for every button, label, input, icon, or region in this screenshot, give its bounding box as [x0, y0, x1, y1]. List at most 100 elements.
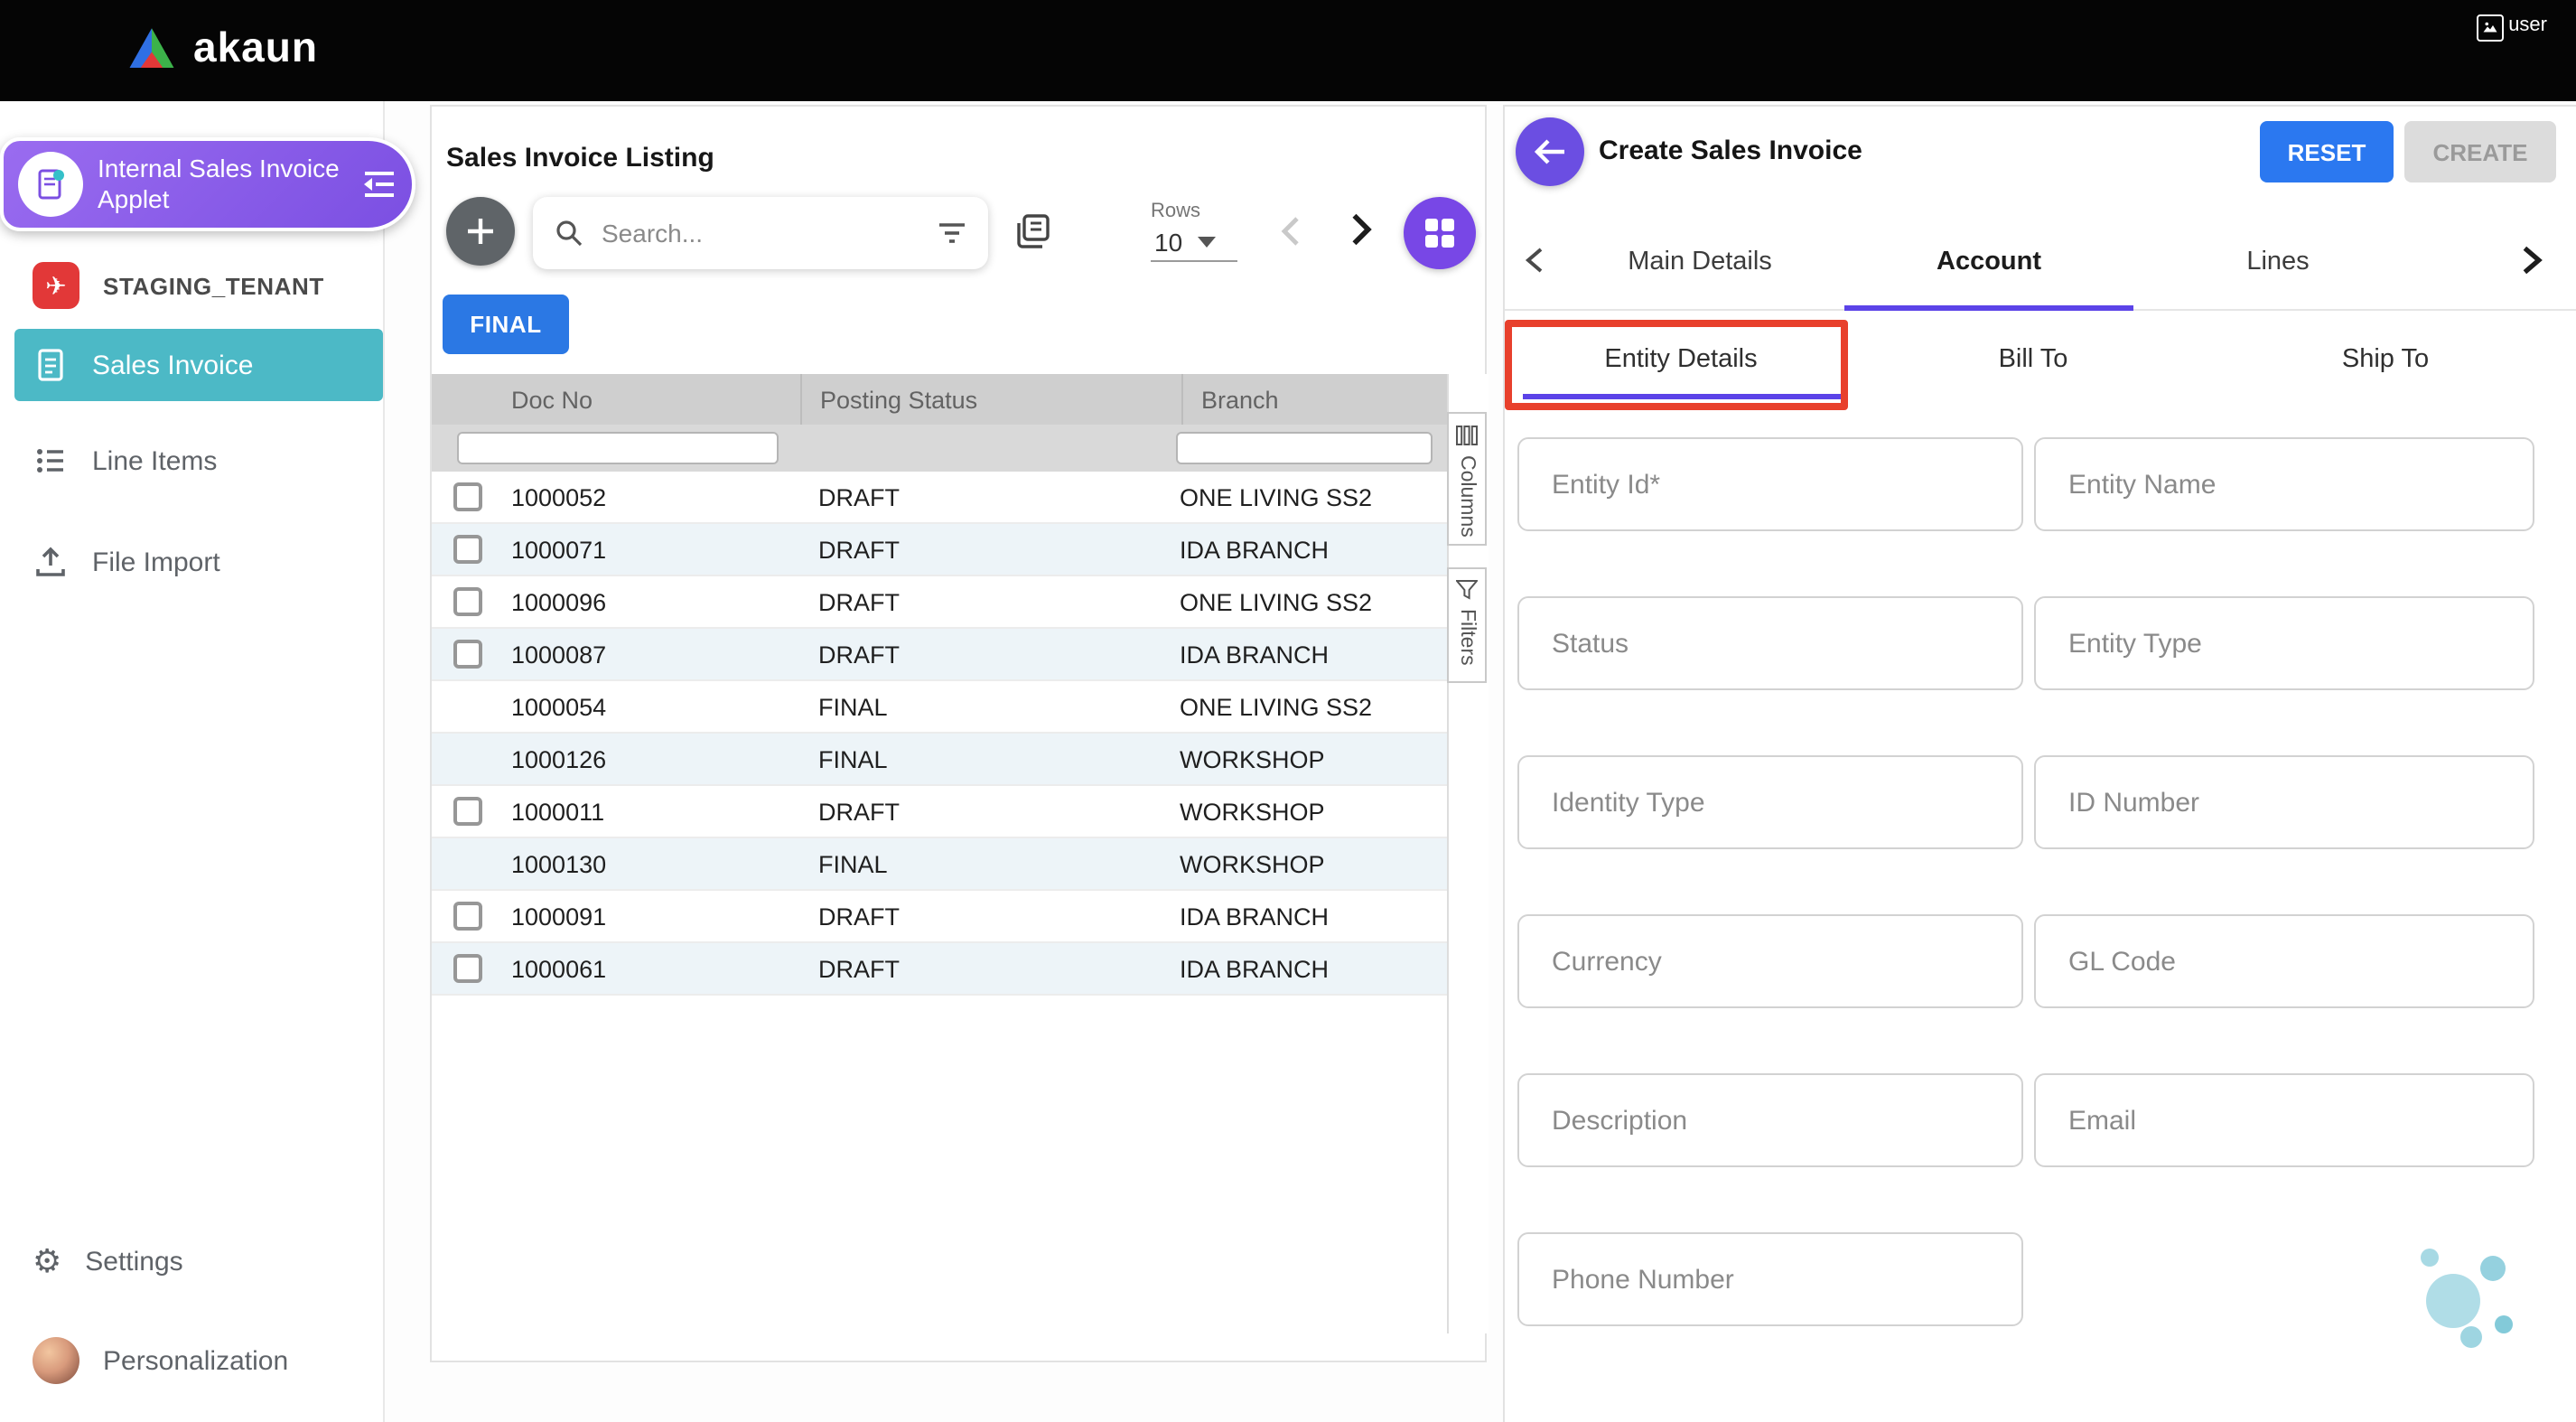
filters-side-tab[interactable]: Filters: [1447, 567, 1487, 683]
add-invoice-button[interactable]: [446, 197, 515, 266]
tab-main-details[interactable]: Main Details: [1555, 215, 1844, 309]
table-header-row: Doc No Posting Status Branch: [432, 374, 1447, 425]
cell-doc-no: 1000096: [511, 588, 818, 615]
table-row[interactable]: 1000130 FINAL WORKSHOP: [432, 838, 1447, 891]
tenant-label: STAGING_TENANT: [103, 272, 324, 299]
duplicate-list-button[interactable]: [1013, 211, 1053, 251]
columns-side-tab[interactable]: Columns: [1447, 412, 1487, 546]
currency-field[interactable]: Currency: [1517, 914, 2023, 1008]
table-row[interactable]: 1000071 DRAFT IDA BRANCH: [432, 524, 1447, 576]
filter-list-icon[interactable]: [938, 220, 966, 246]
cell-branch: IDA BRANCH: [1180, 641, 1447, 668]
column-header-branch[interactable]: Branch: [1181, 374, 1447, 425]
chevron-right-icon: [1339, 208, 1382, 251]
applet-icon: [18, 152, 83, 217]
account-sub-tab-bar: Entity Details Bill To Ship To: [1505, 309, 2562, 410]
entity-name-field[interactable]: Entity Name: [2034, 437, 2534, 531]
back-button[interactable]: [1516, 117, 1584, 186]
cell-posting-status: DRAFT: [818, 536, 1180, 563]
funnel-icon: [1456, 580, 1478, 600]
tab-lines[interactable]: Lines: [2133, 215, 2422, 309]
collapse-menu-icon[interactable]: [361, 168, 397, 201]
rows-per-page-control[interactable]: Rows 10: [1151, 201, 1237, 262]
tenant-logo-icon: ✈: [33, 262, 79, 309]
sidebar-item-label: Sales Invoice: [92, 350, 253, 380]
user-avatar-broken-image[interactable]: user: [2476, 14, 2547, 42]
row-checkbox[interactable]: [453, 587, 482, 616]
search-box[interactable]: [533, 197, 988, 269]
cell-branch: IDA BRANCH: [1180, 903, 1447, 930]
table-row[interactable]: 1000054 FINAL ONE LIVING SS2: [432, 681, 1447, 734]
email-field[interactable]: Email: [2034, 1073, 2534, 1167]
row-checkbox[interactable]: [453, 954, 482, 983]
tabs-scroll-left[interactable]: [1519, 242, 1552, 287]
identity-type-field[interactable]: Identity Type: [1517, 755, 2023, 849]
sidebar-item-file-import[interactable]: File Import: [0, 533, 383, 591]
cell-branch: WORKSHOP: [1180, 850, 1447, 877]
sidebar-item-label: Settings: [85, 1246, 182, 1277]
branch-filter-input[interactable]: [1176, 432, 1433, 464]
upload-icon: [33, 544, 69, 580]
table-row[interactable]: 1000087 DRAFT IDA BRANCH: [432, 629, 1447, 681]
sidebar-item-line-items[interactable]: Line Items: [0, 432, 383, 490]
invoice-table: Doc No Posting Status Branch 1000052 DRA…: [432, 374, 1447, 996]
brand-logo[interactable]: akaun: [126, 23, 318, 72]
sidebar-item-label: Personalization: [103, 1345, 288, 1376]
page-title: Create Sales Invoice: [1599, 136, 1862, 166]
column-header-posting-status[interactable]: Posting Status: [800, 374, 1181, 425]
sidebar-item-personalization[interactable]: Personalization: [0, 1332, 383, 1389]
reset-button[interactable]: RESET: [2260, 121, 2394, 182]
sidebar-item-label: Line Items: [92, 445, 217, 476]
cell-branch: WORKSHOP: [1180, 745, 1447, 772]
invoice-doc-icon: [33, 347, 69, 383]
sidebar-item-settings[interactable]: ⚙ Settings: [0, 1232, 383, 1290]
cell-posting-status: FINAL: [818, 850, 1180, 877]
cell-branch: IDA BRANCH: [1180, 955, 1447, 982]
subtab-bill-to[interactable]: Bill To: [1857, 309, 2209, 410]
description-field[interactable]: Description: [1517, 1073, 2023, 1167]
duplicate-list-icon: [1013, 211, 1053, 251]
entity-type-field[interactable]: Entity Type: [2034, 596, 2534, 690]
detail-tab-bar: Main Details Account Lines: [1505, 215, 2576, 311]
sales-invoice-listing-panel: Sales Invoice Listing: [430, 105, 1487, 1362]
table-row[interactable]: 1000061 DRAFT IDA BRANCH: [432, 943, 1447, 996]
row-checkbox[interactable]: [453, 640, 482, 669]
search-input[interactable]: [598, 217, 923, 249]
sidebar-item-tenant[interactable]: ✈ STAGING_TENANT: [0, 257, 383, 314]
table-row[interactable]: 1000011 DRAFT WORKSHOP: [432, 786, 1447, 838]
cell-branch: ONE LIVING SS2: [1180, 588, 1447, 615]
grid-view-icon: [1423, 217, 1456, 249]
status-field[interactable]: Status: [1517, 596, 2023, 690]
rows-per-page-select[interactable]: 10: [1151, 222, 1237, 262]
entity-id-field[interactable]: Entity Id*: [1517, 437, 2023, 531]
row-checkbox[interactable]: [453, 797, 482, 826]
table-row[interactable]: 1000091 DRAFT IDA BRANCH: [432, 891, 1447, 943]
row-checkbox[interactable]: [453, 535, 482, 564]
previous-page-button[interactable]: [1272, 211, 1311, 251]
cell-branch: ONE LIVING SS2: [1180, 693, 1447, 720]
create-button[interactable]: CREATE: [2404, 121, 2556, 182]
tab-account[interactable]: Account: [1844, 215, 2133, 309]
table-row[interactable]: 1000096 DRAFT ONE LIVING SS2: [432, 576, 1447, 629]
subtab-ship-to[interactable]: Ship To: [2209, 309, 2562, 410]
cell-doc-no: 1000011: [511, 798, 818, 825]
columns-icon: [1456, 425, 1478, 446]
applet-switcher-pill[interactable]: Internal Sales Invoice Applet: [0, 137, 415, 231]
id-number-field[interactable]: ID Number: [2034, 755, 2534, 849]
doc-no-filter-input[interactable]: [457, 432, 779, 464]
phone-number-field[interactable]: Phone Number: [1517, 1232, 2023, 1326]
next-page-button[interactable]: [1339, 208, 1382, 251]
decor-bubble: [2480, 1256, 2506, 1281]
sidebar-item-sales-invoice[interactable]: Sales Invoice: [14, 329, 383, 401]
app-root: akaun user ✈ STAGING_TENANT Sales Invoic…: [0, 0, 2576, 1422]
rows-per-page-value: 10: [1154, 228, 1182, 257]
column-header-doc-no[interactable]: Doc No: [511, 386, 818, 413]
table-row[interactable]: 1000126 FINAL WORKSHOP: [432, 734, 1447, 786]
row-checkbox[interactable]: [453, 482, 482, 511]
tabs-scroll-right[interactable]: [2513, 240, 2549, 289]
view-switcher-button[interactable]: [1404, 197, 1476, 269]
row-checkbox[interactable]: [453, 902, 482, 931]
table-row[interactable]: 1000052 DRAFT ONE LIVING SS2: [432, 472, 1447, 524]
gl-code-field[interactable]: GL Code: [2034, 914, 2534, 1008]
final-filter-chip[interactable]: FINAL: [443, 295, 569, 354]
